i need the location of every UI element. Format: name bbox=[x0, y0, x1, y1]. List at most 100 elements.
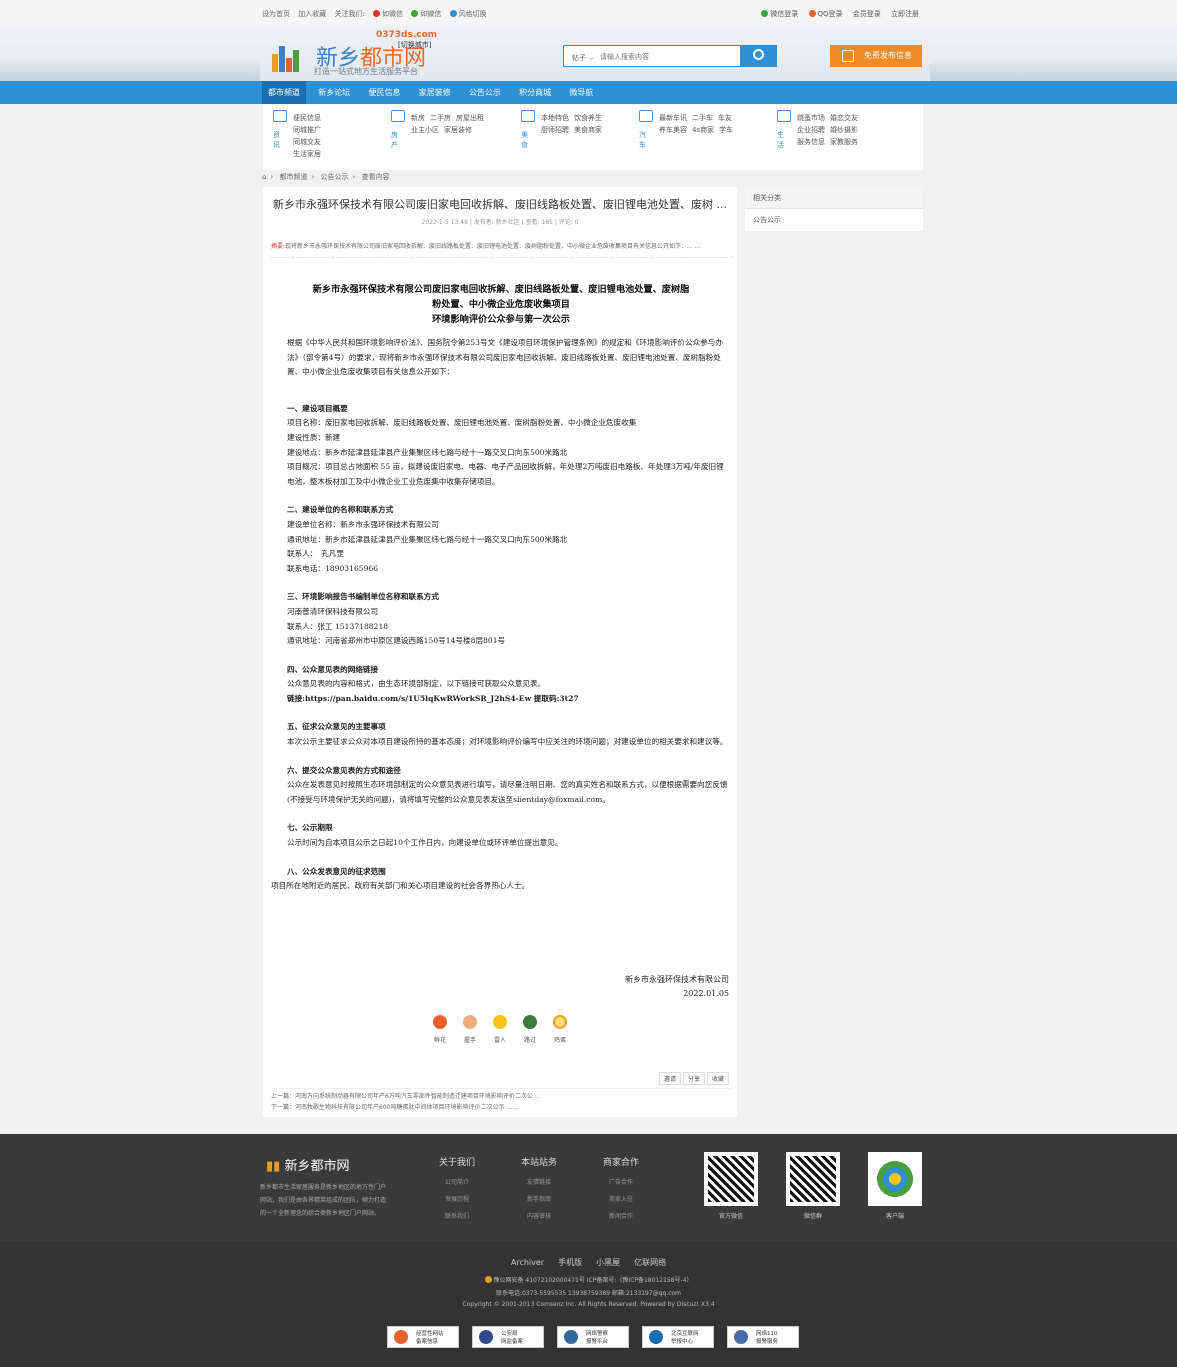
nav-item-micro[interactable]: 微导航 bbox=[563, 81, 599, 104]
subnav-link[interactable]: 服务信息 bbox=[797, 138, 825, 146]
skyline-decoration bbox=[0, 59, 260, 81]
reaction-egg[interactable]: 鸡蛋 bbox=[547, 1015, 573, 1044]
subnav-caption: 资讯 bbox=[273, 131, 280, 149]
footer-link[interactable]: 联系我们 bbox=[422, 1208, 492, 1225]
footer-link[interactable]: 新手指南 bbox=[504, 1191, 574, 1208]
footer-link[interactable]: 新闻合作 bbox=[586, 1208, 656, 1225]
palette-icon bbox=[449, 10, 457, 17]
footer-link[interactable]: 商家入驻 bbox=[586, 1191, 656, 1208]
nav-item-forum[interactable]: 新乡论坛 bbox=[312, 81, 356, 104]
reaction-pass[interactable]: 路过 bbox=[517, 1015, 543, 1044]
home-icon[interactable]: ⌂ bbox=[262, 173, 266, 181]
footer-link[interactable]: 公司简介 bbox=[422, 1174, 492, 1191]
subnav-link[interactable]: 新房 bbox=[411, 114, 425, 122]
download-link[interactable]: 链接:https://pan.baidu.com/s/1U5lqKwRWorkS… bbox=[271, 692, 731, 707]
set-home-link[interactable]: 设为首页 bbox=[262, 10, 290, 18]
badge-icp[interactable]: 经营性网站 备案信息 bbox=[387, 1326, 459, 1348]
footer-link-blackroom[interactable]: 小黑屋 bbox=[596, 1258, 620, 1267]
search-icon bbox=[753, 49, 764, 60]
article-line: 联系人： 孔凡罡 bbox=[287, 549, 344, 559]
site-logo[interactable]: 0373ds.com 新乡都市网 [切换城市] 打造一站式地方生活服务平台 bbox=[272, 30, 462, 78]
footer-link[interactable]: 广告合作 bbox=[586, 1174, 656, 1191]
subnav-link[interactable]: 4s商家 bbox=[692, 126, 714, 134]
wechat-login-label: 微信登录 bbox=[770, 10, 799, 18]
subnav-link[interactable]: 同城推广 bbox=[293, 126, 321, 134]
switch-city-link[interactable]: [切换城市] bbox=[398, 40, 431, 50]
subnav-link[interactable]: 便民信息 bbox=[293, 114, 321, 122]
nav-item-notice[interactable]: 公告公示 bbox=[463, 81, 507, 104]
weixin-label: 如微信 bbox=[420, 10, 442, 18]
reaction-shock[interactable]: 雷人 bbox=[487, 1015, 513, 1044]
subnav-link[interactable]: 企业招聘 bbox=[797, 126, 825, 134]
next-article-link[interactable]: 下一篇：河南牧歌生物科技有限公司年产600吨糖蛋肽中间体项目环境影响评价二次公示… bbox=[271, 1102, 731, 1113]
article-summary: 摘要:现将新乡市永强环保技术有限公司废旧家电回收拆解、废旧线路板处置、废旧锂电池… bbox=[271, 241, 733, 258]
footer-link[interactable]: 发展历程 bbox=[422, 1191, 492, 1208]
reaction-handshake[interactable]: 握手 bbox=[457, 1015, 483, 1044]
breadcrumb-item[interactable]: 都市频道 bbox=[280, 173, 308, 181]
share-button[interactable]: 分享 bbox=[682, 1072, 705, 1085]
subnav-link[interactable]: 家教服务 bbox=[830, 138, 858, 146]
beian-text[interactable]: 豫公网安备 41072102000471号 ICP备案号:（豫ICP备18012… bbox=[0, 1275, 1177, 1284]
badge-line: 网监备案 bbox=[501, 1339, 524, 1345]
subnav-link[interactable]: 车友 bbox=[718, 114, 732, 122]
subnav-link[interactable]: 美食商家 bbox=[574, 126, 602, 134]
search-category-select[interactable]: 帖子 ⌵ bbox=[572, 53, 594, 63]
subnav-link[interactable]: 跳蚤市场 bbox=[797, 114, 825, 122]
subnav-link[interactable]: 本地特色 bbox=[541, 114, 569, 122]
reaction-label: 鲜花 bbox=[433, 1037, 446, 1044]
nav-item-city[interactable]: 都市频道 bbox=[262, 81, 306, 104]
subnav-link[interactable]: 婚纱摄影 bbox=[830, 126, 858, 134]
search-input[interactable] bbox=[600, 50, 736, 63]
article-line: 项目概况：项目总占地面积 55 亩，拟建设废旧家电、电器、电子产品回收拆解，年处… bbox=[287, 462, 724, 486]
subnav-link[interactable]: 学车 bbox=[719, 126, 733, 134]
invite-button[interactable]: 邀请 bbox=[658, 1072, 681, 1085]
nav-item-info[interactable]: 便民信息 bbox=[362, 81, 406, 104]
subnav-link[interactable]: 最新车讯 bbox=[659, 114, 687, 122]
favorite-button[interactable]: 收藏 bbox=[706, 1072, 729, 1085]
subnav-link[interactable]: 婚恋交友 bbox=[830, 114, 858, 122]
subnav-link[interactable]: 房屋出租 bbox=[456, 114, 484, 122]
style-switch-link[interactable]: 风格切换 bbox=[449, 10, 487, 18]
search-box: 帖子 ⌵ bbox=[563, 45, 741, 67]
prev-article-link[interactable]: 上一篇：河南万向系统制动器有限公司年产6万吨汽车零部件智能制造迁建项目环境影响评… bbox=[271, 1091, 731, 1102]
subnav-link[interactable]: 饮食养生 bbox=[574, 114, 602, 122]
weibo-link[interactable]: 如微信 bbox=[373, 10, 403, 18]
search-button[interactable] bbox=[741, 45, 777, 67]
article-line: 公众意见表的内容和格式，由生态环境部制定，以下链接可获取公众意见表。 bbox=[287, 679, 546, 689]
badge-police[interactable]: 公安局 网监备案 bbox=[472, 1326, 544, 1348]
sidebar-item[interactable]: 公告公示 bbox=[745, 209, 923, 231]
qr-code-group bbox=[786, 1152, 840, 1206]
add-favorite-link[interactable]: 加入收藏 bbox=[298, 10, 326, 18]
breadcrumb-item[interactable]: 公告公示 bbox=[321, 173, 349, 181]
subnav-link[interactable]: 家居装修 bbox=[444, 126, 472, 134]
badge-110[interactable]: 网络110 报警服务 bbox=[727, 1326, 799, 1348]
footer-link-archiver[interactable]: Archiver bbox=[511, 1258, 544, 1267]
subnav-link[interactable]: 养车美容 bbox=[659, 126, 687, 134]
nav-item-home[interactable]: 家居装修 bbox=[413, 81, 457, 104]
reaction-flower[interactable]: 鲜花 bbox=[427, 1015, 453, 1044]
subnav-link[interactable]: 二手房 bbox=[430, 114, 451, 122]
qq-login-link[interactable]: QQ登录 bbox=[808, 10, 843, 18]
article-line: 联系电话：18903165966 bbox=[287, 563, 379, 573]
footer-link[interactable]: 内容审核 bbox=[504, 1208, 574, 1225]
publish-button[interactable]: 免费发布信息 bbox=[830, 45, 922, 67]
member-login-link[interactable]: 会员登录 bbox=[853, 10, 881, 18]
footer-link[interactable]: 友情链接 bbox=[504, 1174, 574, 1191]
site-domain: 0373ds.com bbox=[376, 30, 438, 40]
weixin-link[interactable]: 如微信 bbox=[411, 10, 441, 18]
register-link[interactable]: 立即注册 bbox=[891, 10, 919, 18]
subnav-link[interactable]: 同城交友 bbox=[293, 138, 321, 146]
signature-company: 新乡市永强环保技术有限公司 bbox=[625, 975, 729, 984]
footer-link-mobile[interactable]: 手机版 bbox=[558, 1258, 582, 1267]
subnav-link[interactable]: 厨师招聘 bbox=[541, 126, 569, 134]
nav-item-mall[interactable]: 积分商城 bbox=[513, 81, 557, 104]
wechat-login-link[interactable]: 微信登录 bbox=[761, 10, 798, 18]
subnav-link[interactable]: 业主小区 bbox=[411, 126, 439, 134]
subnav-link[interactable]: 生活家居 bbox=[293, 150, 321, 158]
footer-logo: ▮▮ 新乡都市网 bbox=[266, 1155, 349, 1174]
badge-report-center[interactable]: 北京互联网 举报中心 bbox=[642, 1326, 714, 1348]
footer-link-yilian[interactable]: 亿联网络 bbox=[634, 1258, 666, 1267]
badge-cyber-police[interactable]: 网络警察 报警平台 bbox=[557, 1326, 629, 1348]
edit-icon bbox=[842, 50, 854, 62]
subnav-link[interactable]: 二手车 bbox=[692, 114, 713, 122]
